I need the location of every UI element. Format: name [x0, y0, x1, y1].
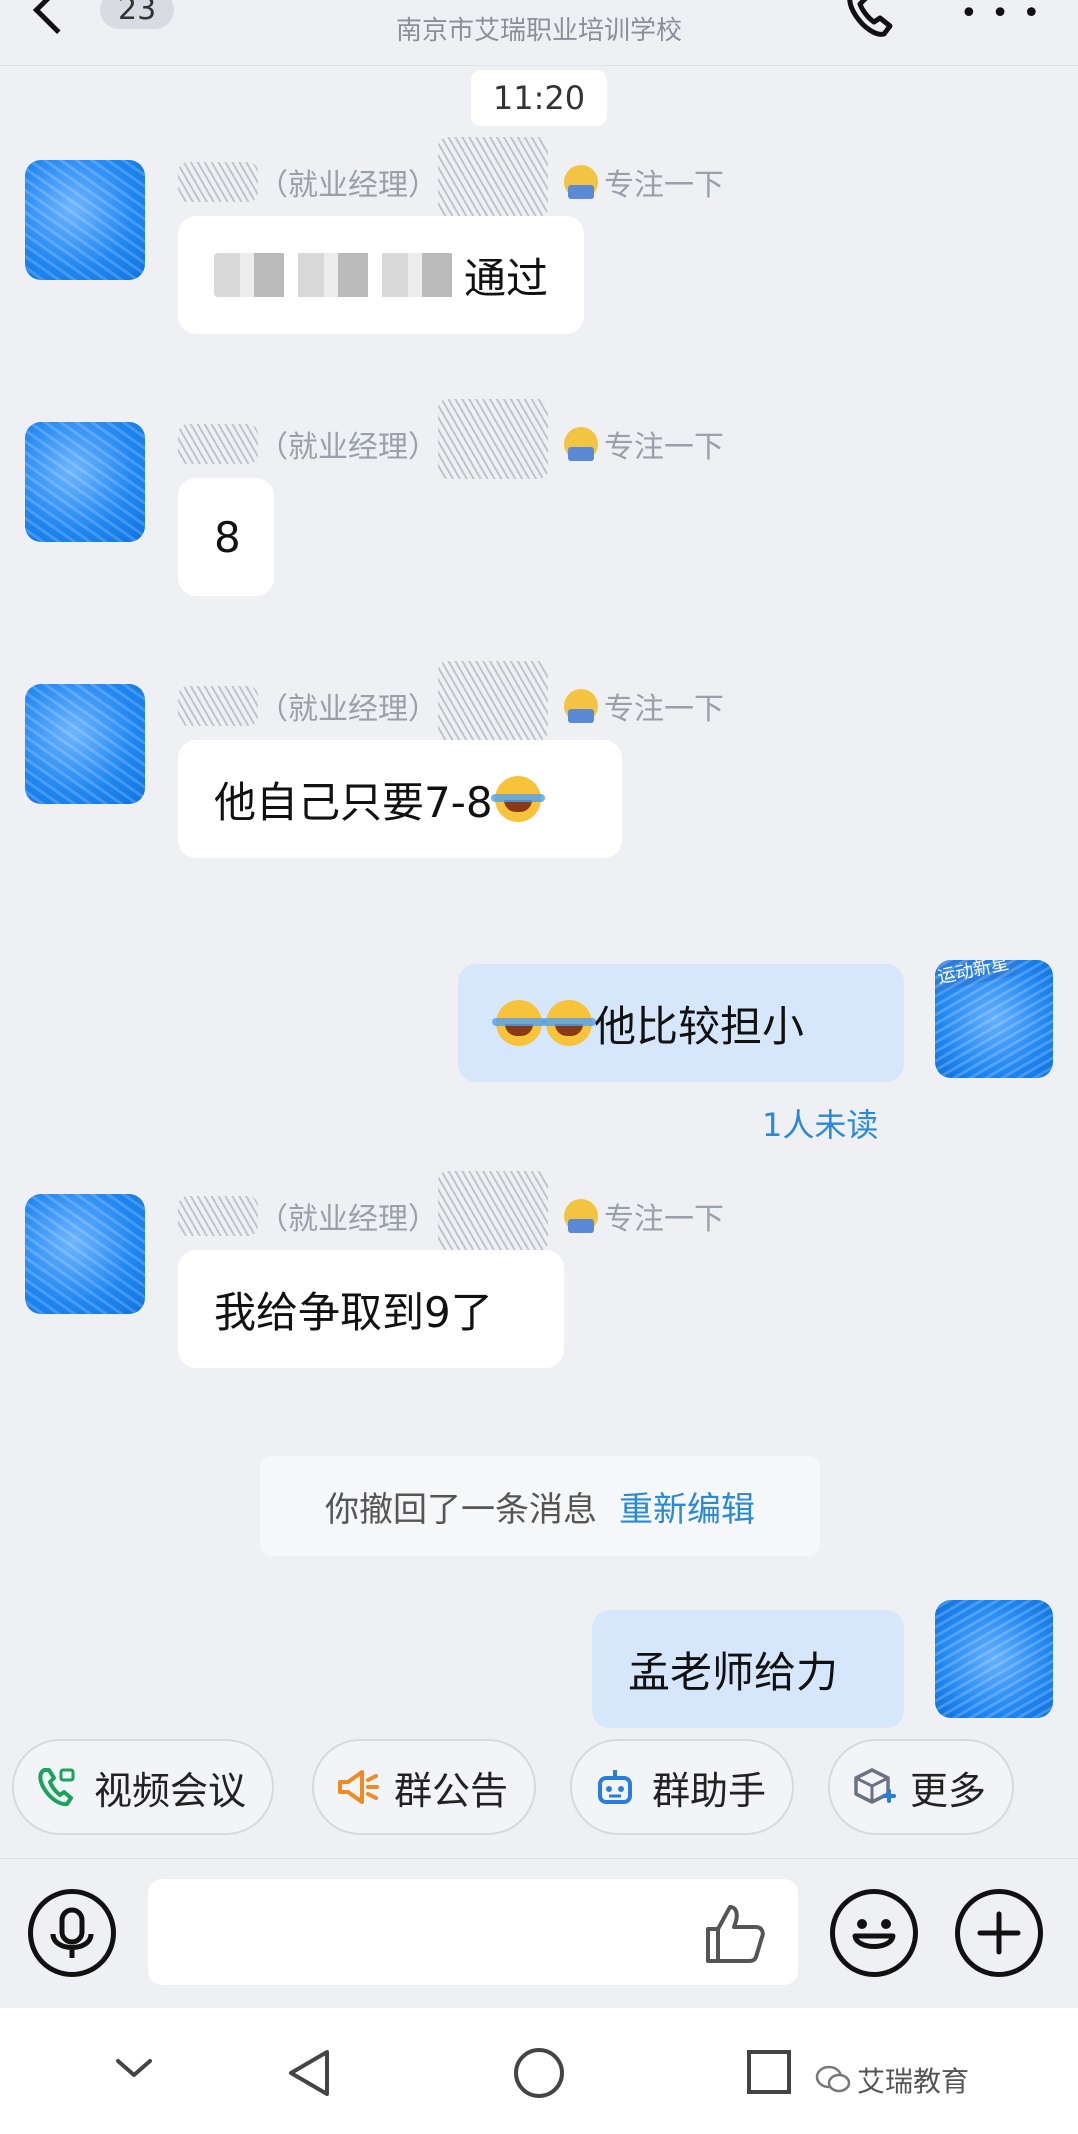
video-call-icon — [38, 1768, 75, 1807]
nav-back-icon[interactable] — [285, 2046, 333, 2100]
self-message-bubble[interactable]: 他比较担小 — [458, 964, 904, 1082]
group-assistant-button[interactable]: 群助手 — [570, 1739, 795, 1835]
megaphone-icon — [338, 1770, 379, 1804]
self-message-bubble[interactable]: 孟老师给力 — [592, 1610, 904, 1728]
watermark-text: 艾瑞教育 — [857, 2065, 970, 2098]
blurred-name — [178, 162, 258, 202]
video-meeting-button[interactable]: 视频会议 — [12, 1739, 275, 1835]
blurred-name — [178, 1196, 258, 1236]
phone-icon[interactable] — [840, 0, 900, 42]
blurred-name — [438, 661, 548, 741]
chip-label: 更多 — [910, 1768, 987, 1813]
more-actions-button[interactable]: 更多 — [828, 1739, 1015, 1835]
sender-avatar[interactable] — [25, 1194, 145, 1314]
blurred-name — [438, 137, 548, 217]
sender-avatar[interactable] — [25, 422, 145, 542]
microphone-icon — [50, 1907, 94, 1958]
focus-status-icon — [564, 427, 598, 461]
re-edit-link[interactable]: 重新编辑 — [619, 1482, 755, 1531]
sender-status: 专注一下 — [604, 692, 724, 727]
cube-plus-icon — [854, 1768, 896, 1804]
blurred-name — [438, 1171, 548, 1251]
smiley-icon — [852, 1919, 896, 1949]
redacted-text — [214, 253, 458, 297]
sender-name-line: （就业经理） 专注一下 — [178, 1171, 724, 1251]
message-text: 通过 — [463, 253, 548, 303]
group-subtitle: 南京市艾瑞职业培训学校 — [395, 16, 682, 46]
tears-of-joy-emoji-icon — [492, 1000, 546, 1046]
message-text: 他自己只要7-8 — [214, 777, 493, 827]
self-avatar[interactable] — [935, 1600, 1053, 1718]
sender-avatar[interactable] — [25, 684, 145, 804]
nav-home-icon[interactable] — [512, 2046, 566, 2100]
message-text: 他比较担小 — [594, 1001, 805, 1051]
crying-laughing-emoji-icon — [490, 776, 545, 822]
message-text: 8 — [214, 512, 241, 562]
blurred-name — [178, 424, 258, 464]
message-bubble[interactable]: 我给争取到9了 — [178, 1250, 564, 1368]
message-bubble[interactable]: 8 — [178, 478, 274, 596]
message-bubble[interactable]: 他自己只要7-8 — [178, 740, 622, 858]
time-divider: 11:20 — [471, 70, 607, 126]
sender-name-line: （就业经理） 专注一下 — [178, 661, 724, 741]
blurred-name — [178, 686, 258, 726]
emoji-button[interactable] — [830, 1889, 918, 1977]
focus-status-icon — [564, 165, 598, 199]
self-avatar[interactable]: 运动新星 — [935, 960, 1053, 1078]
sender-status: 专注一下 — [604, 1202, 724, 1237]
avatar-badge: 运动新星 — [935, 960, 1020, 993]
watermark: 艾瑞教育 — [815, 2060, 969, 2100]
focus-status-icon — [564, 1199, 598, 1233]
sender-status: 专注一下 — [604, 430, 724, 465]
blurred-name — [438, 399, 548, 479]
input-bar — [0, 1858, 1078, 2006]
message-text: 孟老师给力 — [628, 1647, 839, 1697]
chip-label: 群公告 — [394, 1768, 509, 1813]
recall-notice: 你撤回了一条消息 重新编辑 — [260, 1456, 820, 1556]
attach-plus-button[interactable] — [955, 1889, 1043, 1977]
sender-status: 专注一下 — [604, 168, 724, 203]
message-text: 我给争取到9了 — [214, 1287, 493, 1337]
tears-of-joy-emoji-icon — [542, 1000, 596, 1046]
message-bubble[interactable]: 通过 — [178, 216, 584, 334]
sender-role: （就业经理） — [258, 692, 438, 727]
plus-icon — [977, 1911, 1021, 1955]
wechat-logo-icon — [815, 2065, 851, 2093]
system-navigation-bar: 艾瑞教育 — [0, 2008, 1078, 2134]
chip-label: 群助手 — [652, 1768, 767, 1813]
chip-label: 视频会议 — [94, 1768, 247, 1813]
focus-status-icon — [564, 689, 598, 723]
robot-icon — [598, 1770, 632, 1804]
nav-recents-icon[interactable] — [745, 2048, 793, 2096]
sender-avatar[interactable] — [25, 160, 145, 280]
read-status[interactable]: 1人未读 — [762, 1100, 878, 1146]
recall-notice-text: 你撤回了一条消息 — [325, 1489, 597, 1530]
voice-input-button[interactable] — [28, 1889, 116, 1977]
thumbs-up-icon[interactable] — [700, 1899, 770, 1969]
sender-name-line: （就业经理） 专注一下 — [178, 399, 724, 479]
more-options-icon[interactable]: • • • — [960, 0, 1042, 31]
sender-role: （就业经理） — [258, 168, 438, 203]
sender-role: （就业经理） — [258, 1202, 438, 1237]
group-announcement-button[interactable]: 群公告 — [312, 1739, 537, 1835]
collapse-chevron-icon[interactable] — [112, 2053, 156, 2083]
quick-action-bar: 视频会议 群公告 群助手 更多 — [0, 1735, 1078, 1845]
sender-name-line: （就业经理） 专注一下 — [178, 137, 724, 217]
chat-header: 23 南京市艾瑞职业培训学校 • • • — [0, 0, 1078, 66]
sender-role: （就业经理） — [258, 430, 438, 465]
